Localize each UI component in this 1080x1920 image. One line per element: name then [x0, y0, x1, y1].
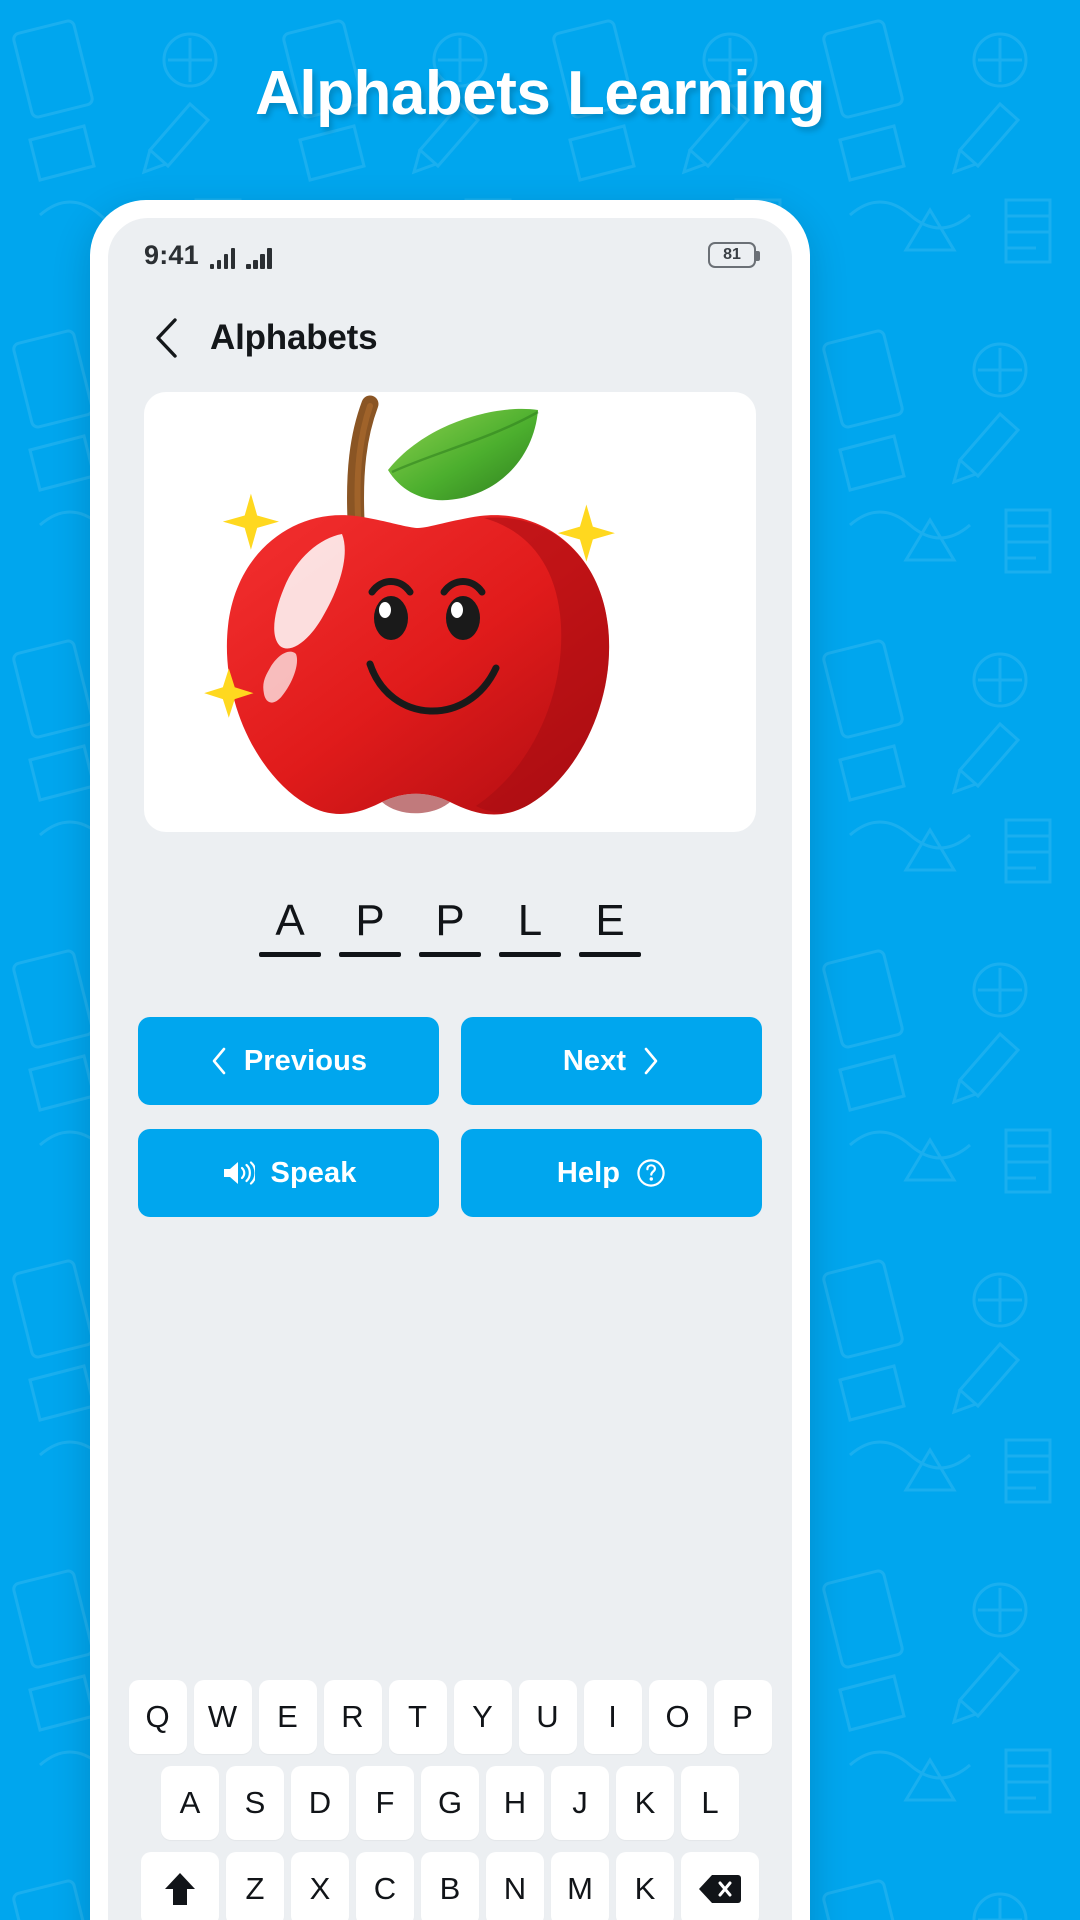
status-time: 9:41 [144, 239, 199, 270]
word-letter-underline [499, 952, 561, 958]
keyboard-row: ASDFGHJKL [122, 1766, 778, 1840]
key-p[interactable]: P [713, 1680, 772, 1754]
app-bar: Alphabets [108, 292, 792, 384]
word-letter-slot[interactable]: L [499, 896, 561, 958]
key-t[interactable]: T [388, 1680, 447, 1754]
word-letter-underline [579, 952, 641, 958]
key-z[interactable]: Z [226, 1852, 284, 1920]
key-m[interactable]: M [551, 1852, 609, 1920]
key-h[interactable]: H [486, 1766, 544, 1840]
action-buttons-grid: Previous Next Speak Help [138, 1017, 762, 1218]
app-screen: Alphabets Learning 9:41 81 Alphabets A P… [0, 0, 1080, 1920]
smiling-apple-illustration [204, 395, 615, 815]
key-k[interactable]: K [616, 1766, 674, 1840]
next-button-label: Next [562, 1044, 627, 1077]
word-letters-row: APPLE [108, 896, 792, 958]
key-n[interactable]: N [486, 1852, 544, 1920]
speak-button[interactable]: Speak [138, 1129, 439, 1218]
key-y[interactable]: Y [453, 1680, 512, 1754]
speak-button-label: Speak [270, 1156, 357, 1189]
phone-mockup-frame: 9:41 81 Alphabets A P P L E Previous Nex… [90, 200, 810, 1920]
key-r[interactable]: R [323, 1680, 382, 1754]
keyboard-row: ZXCBNMK [122, 1852, 778, 1920]
word-letter-slot[interactable]: A [259, 896, 321, 958]
word-letter-underline [339, 952, 401, 958]
battery-icon: 81 [708, 242, 760, 268]
key-l[interactable]: L [681, 1766, 739, 1840]
word-letter-slot[interactable]: P [339, 896, 401, 958]
status-bar-right: 81 [708, 242, 760, 268]
key-d[interactable]: D [291, 1766, 349, 1840]
word-letter: P [355, 896, 385, 945]
word-letter-slot[interactable]: P [419, 896, 481, 958]
key-o[interactable]: O [648, 1680, 707, 1754]
question-mark-circle-icon [637, 1159, 665, 1187]
word-letter: L [517, 896, 543, 945]
shift-arrow-icon [165, 1873, 195, 1905]
key-i[interactable]: I [583, 1680, 642, 1754]
keyboard-row: QWERTYUIOP [122, 1680, 778, 1754]
word-letter: A [275, 896, 305, 945]
onscreen-keyboard: QWERTYUIOP ASDFGHJKL ZXCBNMK [108, 1680, 792, 1920]
key-k[interactable]: K [616, 1852, 674, 1920]
signal-bars-icon [209, 247, 236, 269]
help-button-label: Help [556, 1156, 621, 1189]
battery-level-label: 81 [723, 246, 741, 263]
key-shift[interactable] [141, 1852, 219, 1920]
status-bar-left: 9:41 [144, 239, 272, 270]
word-letter-underline [419, 952, 481, 958]
chevron-left-icon [212, 1047, 226, 1075]
key-e[interactable]: E [258, 1680, 317, 1754]
help-button[interactable]: Help [461, 1129, 762, 1218]
key-f[interactable]: F [356, 1766, 414, 1840]
status-bar: 9:41 81 [108, 218, 792, 292]
signal-bars-icon-2 [246, 247, 272, 269]
key-j[interactable]: J [551, 1766, 609, 1840]
chevron-left-icon [156, 318, 177, 358]
key-b[interactable]: B [421, 1852, 479, 1920]
key-q[interactable]: Q [128, 1680, 187, 1754]
word-letter: E [595, 896, 625, 945]
app-bar-title: Alphabets [210, 318, 378, 357]
backspace-delete-icon [699, 1875, 741, 1903]
speaker-volume-icon [223, 1161, 255, 1185]
next-button[interactable]: Next [461, 1017, 762, 1106]
key-s[interactable]: S [226, 1766, 284, 1840]
word-letter-underline [259, 952, 321, 958]
flashcard-image-card[interactable] [144, 392, 756, 832]
key-x[interactable]: X [291, 1852, 349, 1920]
word-letter: P [435, 896, 465, 945]
previous-button[interactable]: Previous [138, 1017, 439, 1106]
chevron-right-icon [644, 1047, 658, 1075]
key-g[interactable]: G [421, 1766, 479, 1840]
key-a[interactable]: A [161, 1766, 219, 1840]
key-w[interactable]: W [193, 1680, 252, 1754]
word-letter-slot[interactable]: E [579, 896, 641, 958]
key-u[interactable]: U [518, 1680, 577, 1754]
page-title: Alphabets Learning [255, 59, 825, 128]
back-button[interactable] [144, 316, 188, 360]
phone-screen: 9:41 81 Alphabets A P P L E Previous Nex… [108, 218, 792, 1920]
key-backspace[interactable] [681, 1852, 759, 1920]
previous-button-label: Previous [243, 1044, 368, 1077]
key-c[interactable]: C [356, 1852, 414, 1920]
